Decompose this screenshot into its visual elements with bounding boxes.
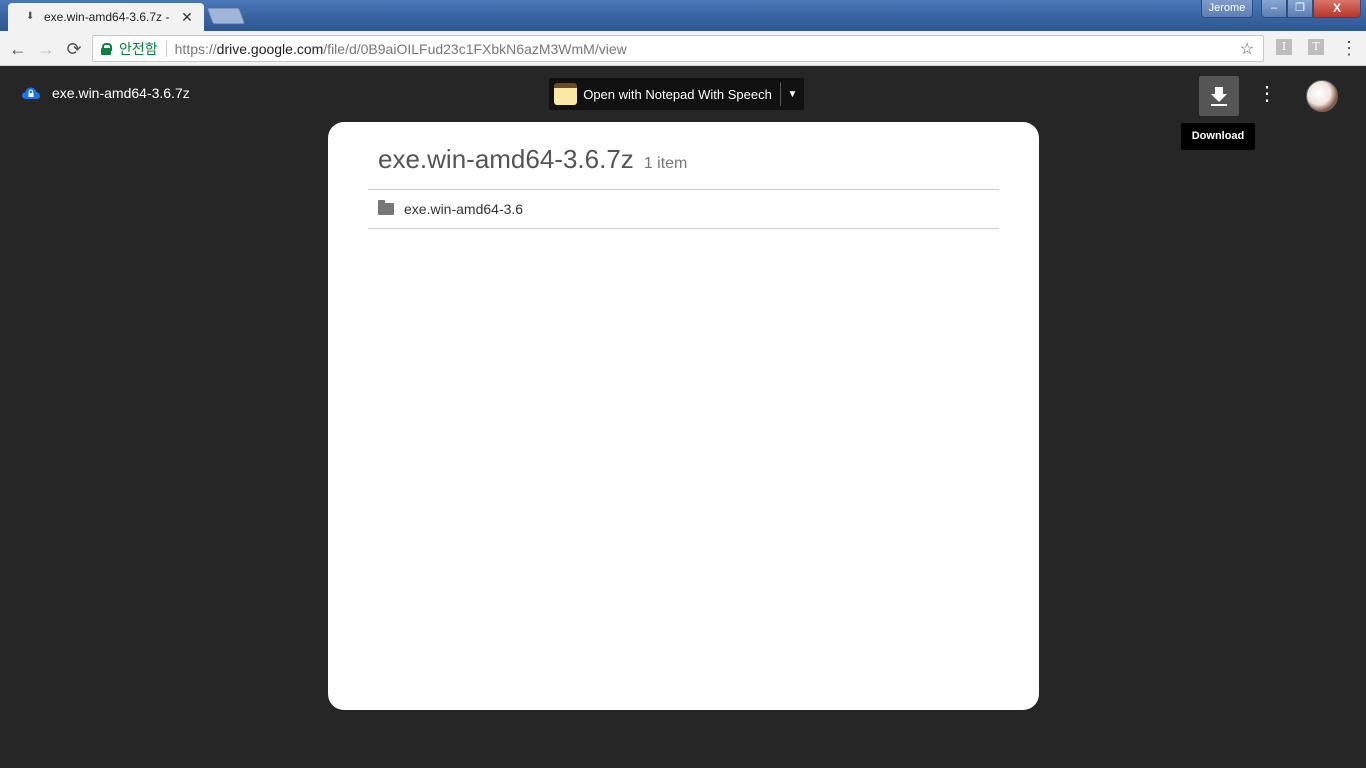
secure-label[interactable]: 안전함 (119, 39, 158, 59)
extension-i-icon[interactable]: I (1276, 39, 1292, 55)
divider (368, 228, 999, 229)
entry-name: exe.win-amd64-3.6 (404, 201, 524, 217)
close-window-button[interactable]: X (1313, 0, 1361, 18)
open-with-button[interactable]: Open with Notepad With Speech ▼ (549, 78, 804, 110)
folder-icon (378, 200, 394, 215)
notepad-app-icon (554, 83, 578, 105)
drive-lock-icon (22, 87, 40, 99)
download-icon: ⬇ (26, 11, 35, 22)
url-scheme: https:// (174, 40, 217, 57)
new-tab-button[interactable] (207, 8, 245, 24)
browser-menu-icon[interactable]: ⋮ (1340, 37, 1358, 61)
browser-titlebar: ⬇ exe.win-amd64-3.6.7z - ✕ Jerome – ❐ X (0, 0, 1366, 31)
download-button[interactable] (1199, 76, 1239, 116)
omnibox-divider (165, 40, 167, 57)
forward-arrow-icon[interactable]: → (34, 37, 58, 61)
download-tooltip: Download (1181, 123, 1255, 150)
tab-title: exe.win-amd64-3.6.7z - (44, 10, 170, 24)
lock-icon[interactable] (101, 42, 112, 55)
address-bar[interactable]: 안전함 https://drive.google.com/file/d/0B9a… (92, 35, 1264, 62)
close-tab-icon[interactable]: ✕ (180, 9, 194, 26)
profile-button[interactable]: Jerome (1201, 0, 1253, 18)
list-item[interactable]: exe.win-amd64-3.6 (378, 197, 523, 221)
file-title: exe.win-amd64-3.6.7z (52, 85, 190, 101)
more-actions-icon[interactable]: ⋮ (1256, 82, 1278, 108)
avatar[interactable] (1306, 80, 1338, 112)
url-text[interactable]: https://drive.google.com/file/d/0B9aiOIL… (175, 41, 1235, 57)
bookmark-star-icon[interactable]: ☆ (1235, 39, 1259, 59)
open-with-label: Open with Notepad With Speech (583, 86, 772, 102)
back-arrow-icon[interactable]: ← (6, 37, 30, 61)
download-icon (1211, 87, 1227, 106)
chevron-down-icon[interactable]: ▼ (781, 89, 804, 100)
url-path: /file/d/0B9aiOILFud23c1FXbkN6azM3WmM/vie… (323, 40, 627, 57)
reload-icon[interactable]: ⟳ (62, 37, 86, 61)
archive-name: exe.win-amd64-3.6.7z (378, 144, 634, 174)
browser-toolbar: ← → ⟳ 안전함 https://drive.google.com/file/… (0, 31, 1366, 66)
minimize-button[interactable]: – (1261, 0, 1287, 18)
archive-preview-card: exe.win-amd64-3.6.7z 1 item exe.win-amd6… (328, 122, 1039, 710)
url-domain: drive.google.com (216, 40, 324, 57)
item-count: 1 item (643, 155, 688, 172)
browser-tab[interactable]: ⬇ exe.win-amd64-3.6.7z - ✕ (8, 3, 204, 31)
maximize-button[interactable]: ❐ (1287, 0, 1313, 18)
archive-header: exe.win-amd64-3.6.7z 1 item (378, 144, 687, 175)
viewer-header: exe.win-amd64-3.6.7z Open with Notepad W… (0, 66, 1366, 122)
divider (368, 189, 999, 190)
extension-t-icon[interactable]: T (1308, 39, 1324, 55)
